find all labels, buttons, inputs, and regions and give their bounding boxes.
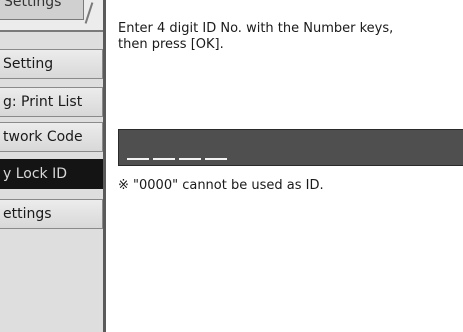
id-digit-slot <box>153 158 175 160</box>
id-restriction-note: ※ "0000" cannot be used as ID. <box>118 178 324 193</box>
sidebar-item-setting[interactable]: Setting <box>0 49 103 79</box>
top-tab[interactable]: Settings <box>0 0 103 32</box>
tab-divider <box>84 2 94 24</box>
sidebar-item-label: ettings <box>3 206 52 222</box>
sidebar-item-label: twork Code <box>3 129 83 145</box>
sidebar-item-label: Setting <box>3 56 54 72</box>
sidebar-item-label: y Lock ID <box>3 166 68 182</box>
main-panel: Enter 4 digit ID No. with the Number key… <box>106 0 463 332</box>
id-entry-field[interactable] <box>118 129 463 166</box>
top-tab-label: Settings <box>4 0 62 10</box>
id-digit-slot <box>179 158 201 160</box>
id-digit-slot <box>205 158 227 160</box>
sidebar: Settings Setting g: Print List twork Cod… <box>0 0 103 332</box>
sidebar-item-settings[interactable]: ettings <box>0 199 103 229</box>
sidebar-item-network-code[interactable]: twork Code <box>0 122 103 152</box>
sidebar-item-print-list[interactable]: g: Print List <box>0 87 103 117</box>
id-digit-slot <box>127 158 149 160</box>
sidebar-item-lock-id[interactable]: y Lock ID <box>0 159 103 189</box>
sidebar-item-label: g: Print List <box>3 94 83 110</box>
instruction-text: Enter 4 digit ID No. with the Number key… <box>118 21 394 52</box>
